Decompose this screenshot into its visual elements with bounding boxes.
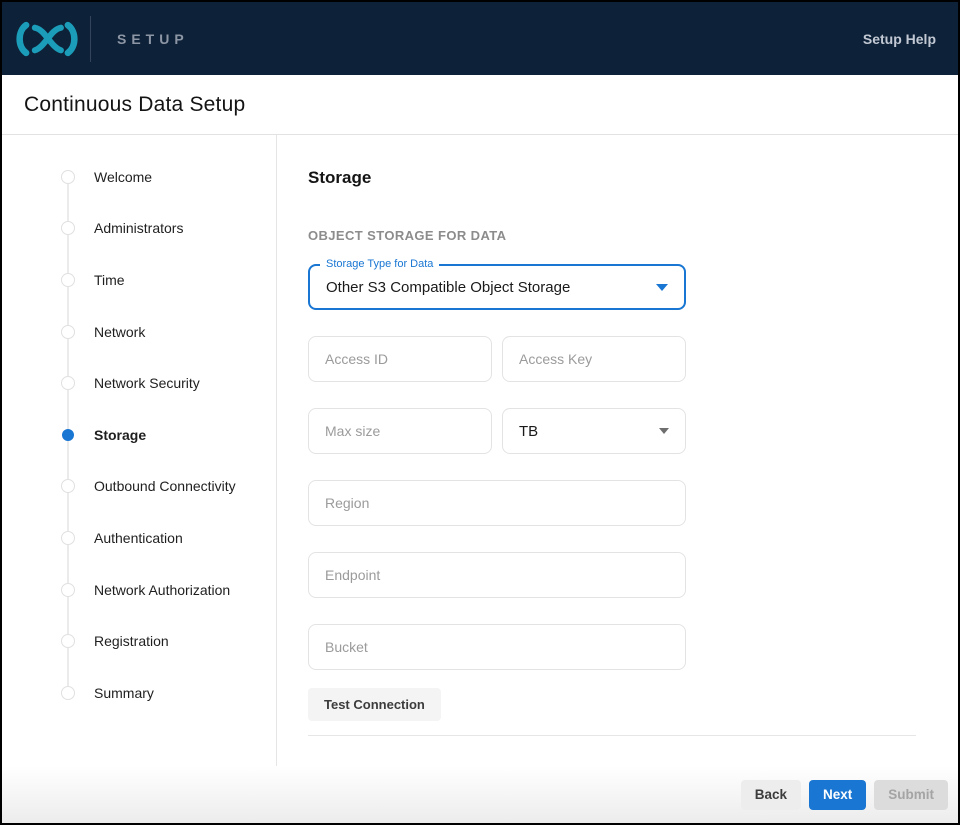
step-label: Network [94,324,145,340]
step-circle-icon [61,686,75,700]
step-network-security[interactable]: Network Security [2,357,276,409]
storage-type-select[interactable]: Storage Type for Data Other S3 Compatibl… [308,264,686,310]
step-network-authorization[interactable]: Network Authorization [2,564,276,616]
content-divider [308,735,916,736]
step-label: Registration [94,633,169,649]
step-circle-icon [61,376,75,390]
step-label: Network Authorization [94,582,230,598]
step-label: Outbound Connectivity [94,478,236,494]
step-time[interactable]: Time [2,254,276,306]
credentials-row [308,336,686,382]
step-registration[interactable]: Registration [2,615,276,667]
app-window: SETUP Setup Help Continuous Data Setup W… [0,0,960,825]
storage-type-select-label: Storage Type for Data [320,258,439,271]
step-label: Authentication [94,530,183,546]
setup-help-link[interactable]: Setup Help [863,31,936,47]
setup-stepper: Welcome Administrators Time Network Netw… [2,135,277,766]
step-circle-icon [61,273,75,287]
step-label: Time [94,272,125,288]
chevron-down-icon [659,428,669,434]
endpoint-input[interactable] [308,552,686,598]
region-row [308,480,686,526]
step-label: Summary [94,685,154,701]
region-input[interactable] [308,480,686,526]
object-storage-section-label: OBJECT STORAGE FOR DATA [308,228,958,243]
step-label: Network Security [94,375,200,391]
step-circle-icon [61,479,75,493]
step-circle-active-icon [61,428,75,442]
delphix-logo-icon [14,17,80,61]
step-circle-icon [61,325,75,339]
title-bar: Continuous Data Setup [2,75,958,135]
step-circle-icon [61,170,75,184]
step-authentication[interactable]: Authentication [2,512,276,564]
product-name: SETUP [117,31,189,47]
step-label: Administrators [94,220,183,236]
next-button[interactable]: Next [809,780,866,810]
content-heading: Storage [308,168,958,188]
step-circle-icon [61,634,75,648]
app-header: SETUP Setup Help [2,2,958,75]
access-id-input[interactable] [308,336,492,382]
step-administrators[interactable]: Administrators [2,203,276,255]
storage-type-select-value: Other S3 Compatible Object Storage [326,279,656,296]
step-label: Storage [94,427,146,443]
step-summary[interactable]: Summary [2,667,276,719]
access-key-input[interactable] [502,336,686,382]
step-network[interactable]: Network [2,306,276,358]
back-button[interactable]: Back [741,780,801,810]
step-storage-active[interactable]: Storage [2,409,276,461]
storage-form: Storage Type for Data Other S3 Compatibl… [308,264,686,721]
chevron-down-icon [656,284,668,291]
endpoint-row [308,552,686,598]
step-circle-icon [61,583,75,597]
step-outbound-connectivity[interactable]: Outbound Connectivity [2,461,276,513]
bucket-input[interactable] [308,624,686,670]
step-circle-icon [61,221,75,235]
submit-button[interactable]: Submit [874,780,948,810]
test-connection-button[interactable]: Test Connection [308,688,441,721]
wizard-footer: Back Next Submit [2,766,958,823]
bucket-row [308,624,686,670]
step-label: Welcome [94,169,152,185]
size-row: TB [308,408,686,454]
page-title: Continuous Data Setup [24,93,245,117]
size-unit-select[interactable]: TB [502,408,686,454]
size-unit-select-value: TB [519,423,659,440]
storage-form-panel: Storage OBJECT STORAGE FOR DATA Storage … [277,135,958,766]
max-size-input[interactable] [308,408,492,454]
step-circle-icon [61,531,75,545]
step-welcome[interactable]: Welcome [2,151,276,203]
main-area: Welcome Administrators Time Network Netw… [2,135,958,766]
header-divider [90,16,91,62]
